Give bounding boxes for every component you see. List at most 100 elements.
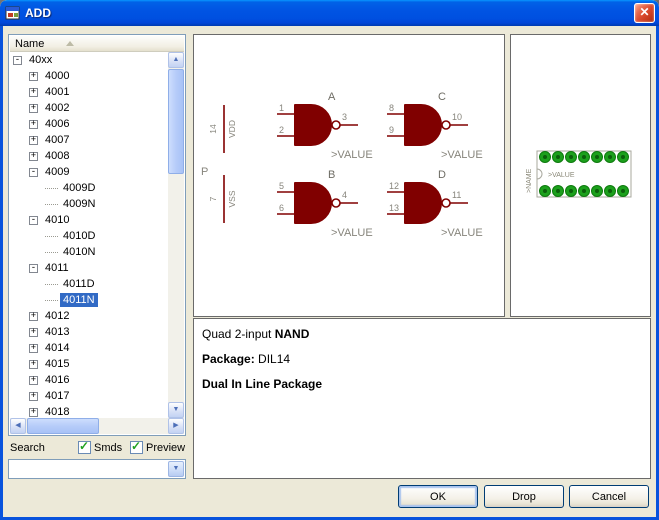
scroll-down-button[interactable]: ▼ xyxy=(168,402,184,418)
tree-item-label[interactable]: 4002 xyxy=(42,101,72,115)
close-button[interactable]: ✕ xyxy=(634,3,655,23)
expand-toggle-icon[interactable]: + xyxy=(29,328,38,337)
expand-toggle-icon[interactable]: + xyxy=(29,72,38,81)
tree-item-4008[interactable]: +4008 xyxy=(10,148,168,164)
expand-toggle-icon[interactable]: + xyxy=(29,360,38,369)
scroll-right-button[interactable]: ▶ xyxy=(168,418,184,434)
checkmark-icon: ✓ xyxy=(131,439,141,453)
expand-toggle-icon[interactable]: + xyxy=(29,312,38,321)
preview-checkbox-label[interactable]: Preview xyxy=(146,442,185,454)
collapse-toggle-icon[interactable]: - xyxy=(29,264,38,273)
vertical-scrollbar[interactable]: ▲ ▼ xyxy=(168,52,184,418)
tree-item-label[interactable]: 4006 xyxy=(42,117,72,131)
pad-hole xyxy=(543,155,547,159)
drop-button[interactable]: Drop xyxy=(484,485,564,508)
tree-item-4013[interactable]: +4013 xyxy=(10,324,168,340)
collapse-toggle-icon[interactable]: - xyxy=(29,168,38,177)
tree-item-label[interactable]: 4000 xyxy=(42,69,72,83)
tree-item-40xx[interactable]: -40xx xyxy=(10,52,168,68)
tree-item-label[interactable]: 40xx xyxy=(26,53,55,67)
package-preview-pane: >VALUE >NAME xyxy=(510,34,651,317)
tree-item-label[interactable]: 4016 xyxy=(42,373,72,387)
tree-item-label[interactable]: 4011 xyxy=(42,261,72,275)
tree-connector-line xyxy=(45,188,58,189)
tree-items: -40xx+4000+4001+4002+4006+4007+4008-4009… xyxy=(10,52,168,418)
scroll-up-button[interactable]: ▲ xyxy=(168,52,184,68)
expand-toggle-icon[interactable]: + xyxy=(29,88,38,97)
preview-checkbox[interactable]: ✓ xyxy=(130,441,143,454)
tree-item-label[interactable]: 4017 xyxy=(42,389,72,403)
tree-item-label[interactable]: 4011D xyxy=(60,277,98,291)
expand-toggle-icon[interactable]: + xyxy=(29,408,38,417)
smds-checkbox[interactable]: ✓ xyxy=(78,441,91,454)
horizontal-scrollbar[interactable]: ◀ ▶ xyxy=(10,418,184,434)
tree-item-4010N[interactable]: 4010N xyxy=(10,244,168,260)
tree-item-4002[interactable]: +4002 xyxy=(10,100,168,116)
tree-item-4011N[interactable]: 4011N xyxy=(10,292,168,308)
tree-item-4012[interactable]: +4012 xyxy=(10,308,168,324)
tree-item-4015[interactable]: +4015 xyxy=(10,356,168,372)
window-title: ADD xyxy=(25,6,51,20)
expand-toggle-icon[interactable]: + xyxy=(29,120,38,129)
svg-text:11: 11 xyxy=(452,190,461,200)
tree-item-4016[interactable]: +4016 xyxy=(10,372,168,388)
tree-item-4009D[interactable]: 4009D xyxy=(10,180,168,196)
tree-item-label[interactable]: 4009 xyxy=(42,165,72,179)
ok-button[interactable]: OK xyxy=(398,485,478,508)
svg-text:C: C xyxy=(438,91,446,103)
collapse-toggle-icon[interactable]: - xyxy=(13,56,22,65)
tree-item-4010D[interactable]: 4010D xyxy=(10,228,168,244)
tree-item-4001[interactable]: +4001 xyxy=(10,84,168,100)
tree-item-label[interactable]: 4013 xyxy=(42,325,72,339)
expand-toggle-icon[interactable]: + xyxy=(29,152,38,161)
tree-item-4014[interactable]: +4014 xyxy=(10,340,168,356)
smds-checkbox-label[interactable]: Smds xyxy=(94,442,122,454)
search-input[interactable] xyxy=(9,460,167,478)
cancel-button[interactable]: Cancel xyxy=(569,485,649,508)
tree-item-label[interactable]: 4014 xyxy=(42,341,72,355)
search-label: Search xyxy=(10,442,45,454)
tree-item-4009[interactable]: -4009 xyxy=(10,164,168,180)
search-combobox[interactable]: ▼ xyxy=(8,459,186,479)
tree-item-label[interactable]: 4015 xyxy=(42,357,72,371)
tree-connector-line xyxy=(45,204,58,205)
tree-item-label[interactable]: 4009N xyxy=(60,197,98,211)
nand-gate-D: 121311D>VALUE xyxy=(387,169,483,239)
titlebar[interactable]: ADD ✕ xyxy=(0,0,659,26)
scroll-left-button[interactable]: ◀ xyxy=(10,418,26,434)
tree-item-4000[interactable]: +4000 xyxy=(10,68,168,84)
tree-item-4010[interactable]: -4010 xyxy=(10,212,168,228)
collapse-toggle-icon[interactable]: - xyxy=(29,216,38,225)
column-header-name[interactable]: Name xyxy=(10,36,184,52)
tree-item-4018[interactable]: +4018 xyxy=(10,404,168,418)
expand-toggle-icon[interactable]: + xyxy=(29,104,38,113)
combo-dropdown-button[interactable]: ▼ xyxy=(168,461,184,477)
sort-ascending-icon xyxy=(66,41,74,46)
tree-item-label[interactable]: 4007 xyxy=(42,133,72,147)
expand-toggle-icon[interactable]: + xyxy=(29,392,38,401)
svg-text:P: P xyxy=(201,166,208,178)
tree-item-label[interactable]: 4009D xyxy=(60,181,98,195)
vertical-scroll-thumb[interactable] xyxy=(168,69,184,174)
tree-item-label[interactable]: 4018 xyxy=(42,405,72,418)
tree-item-4017[interactable]: +4017 xyxy=(10,388,168,404)
tree-item-4009N[interactable]: 4009N xyxy=(10,196,168,212)
tree-connector-line xyxy=(45,284,58,285)
expand-toggle-icon[interactable]: + xyxy=(29,344,38,353)
horizontal-scroll-thumb[interactable] xyxy=(27,418,99,434)
nand-gate-C: 8910C>VALUE xyxy=(387,91,483,161)
tree-item-4006[interactable]: +4006 xyxy=(10,116,168,132)
tree-item-label[interactable]: 4010N xyxy=(60,245,98,259)
tree-item-label[interactable]: 4010 xyxy=(42,213,72,227)
tree-item-4011[interactable]: -4011 xyxy=(10,260,168,276)
tree-item-label[interactable]: 4011N xyxy=(60,293,98,307)
tree-item-4007[interactable]: +4007 xyxy=(10,132,168,148)
tree-item-4011D[interactable]: 4011D xyxy=(10,276,168,292)
expand-toggle-icon[interactable]: + xyxy=(29,376,38,385)
power-pin-symbol: 14 VDD 7 VSS P xyxy=(201,105,237,223)
tree-item-label[interactable]: 4012 xyxy=(42,309,72,323)
tree-item-label[interactable]: 4001 xyxy=(42,85,72,99)
tree-item-label[interactable]: 4010D xyxy=(60,229,98,243)
tree-item-label[interactable]: 4008 xyxy=(42,149,72,163)
expand-toggle-icon[interactable]: + xyxy=(29,136,38,145)
